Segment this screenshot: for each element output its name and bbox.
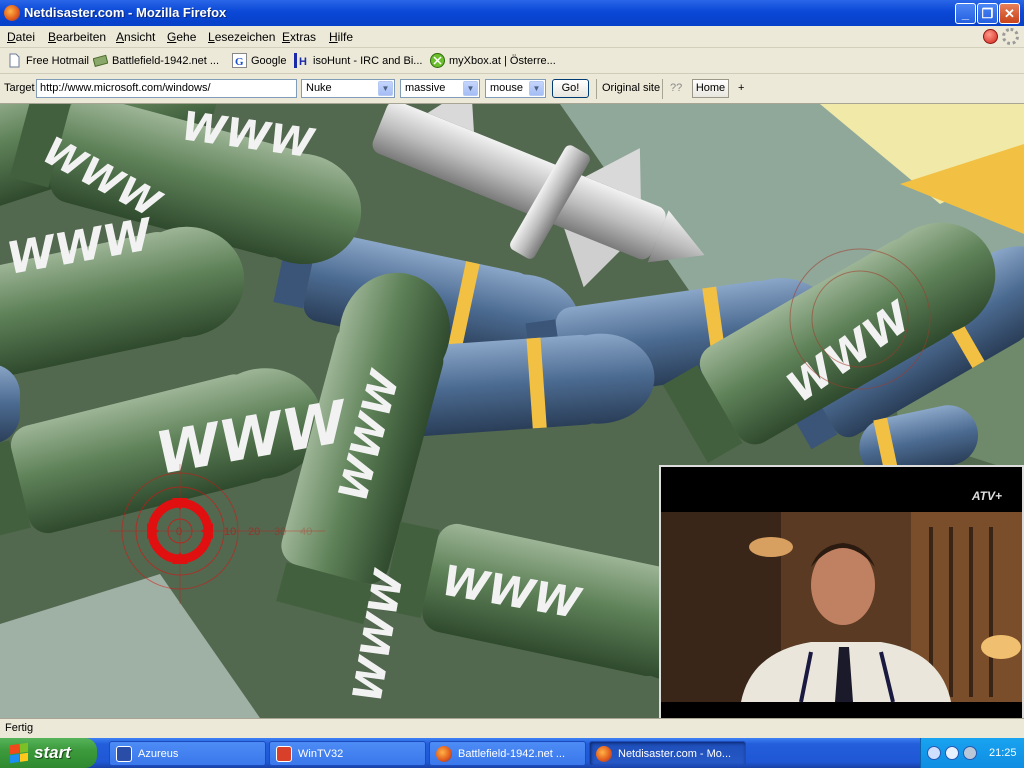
stop-icon[interactable] [983, 29, 998, 44]
bookmark-myxbox[interactable]: myXbox.at | Österre... [430, 53, 556, 68]
svg-text:G: G [235, 56, 244, 68]
help-button[interactable]: ?? [670, 82, 682, 94]
firefox-icon [436, 745, 452, 762]
tv-video-window[interactable]: ATV+ [659, 465, 1024, 737]
clock: 21:25 [989, 747, 1017, 759]
task-netdisaster-firefox[interactable]: Netdisaster.com - Mo... [589, 741, 746, 766]
original-site-link[interactable]: Original site [602, 82, 660, 94]
money-icon [93, 54, 108, 68]
crosshair-label: 40 [300, 526, 312, 538]
bookmarks-toolbar: Free Hotmail Battlefield-1942.net ... G … [0, 48, 1024, 74]
menu-ansicht[interactable]: Ansicht [116, 30, 155, 44]
title-bar: Netdisaster.com - Mozilla Firefox _ ❐ ✕ [0, 0, 1024, 26]
crosshair-label: 30 [274, 526, 286, 538]
menu-bar: Datei Bearbeiten Ansicht Gehe Lesezeiche… [0, 26, 1024, 48]
taskbar: start Azureus WinTV32 Battlefield-1942.n… [0, 738, 1024, 768]
go-button[interactable]: Go! [552, 79, 589, 98]
xbox-icon [430, 53, 445, 68]
isohunt-icon: H [294, 53, 307, 68]
firefox-icon [596, 745, 612, 762]
tv-video-frame [661, 467, 1022, 735]
minimize-button[interactable]: _ [955, 3, 976, 24]
bookmark-battlefield[interactable]: Battlefield-1942.net ... [93, 53, 219, 68]
tv-channel-logo: ATV+ [971, 489, 1002, 503]
task-azureus[interactable]: Azureus [109, 741, 266, 766]
weapon-select[interactable]: Nuke ▼ [301, 79, 395, 98]
separator [662, 79, 663, 99]
system-tray: 21:25 [920, 738, 1024, 768]
chevron-down-icon: ▼ [463, 81, 478, 96]
menu-hilfe[interactable]: Hilfe [329, 30, 353, 44]
close-button[interactable]: ✕ [999, 3, 1020, 24]
menu-lesezeichen[interactable]: Lesezeichen [208, 30, 275, 44]
chevron-down-icon: ▼ [529, 81, 544, 96]
status-text: Fertig [5, 722, 34, 734]
crosshair-label: 10 [224, 526, 236, 538]
intensity-select[interactable]: massive ▼ [400, 79, 480, 98]
chevron-down-icon: ▼ [378, 81, 393, 96]
svg-text:H: H [299, 56, 307, 68]
speaker-icon[interactable] [963, 746, 977, 760]
window-title: Netdisaster.com - Mozilla Firefox [24, 5, 227, 20]
tray-app-icon[interactable] [945, 746, 959, 760]
wintv-icon [276, 745, 292, 762]
menu-bearbeiten[interactable]: Bearbeiten [48, 30, 106, 44]
home-button[interactable]: Home [692, 79, 729, 98]
throbber-icon [1002, 28, 1019, 45]
bookmark-google[interactable]: G Google [232, 53, 286, 68]
target-url-input[interactable]: http://www.microsoft.com/windows/ [36, 79, 297, 98]
restore-button[interactable]: ❐ [977, 3, 998, 24]
separator [596, 79, 597, 99]
chevron-left-icon[interactable] [927, 746, 941, 760]
task-battlefield-firefox[interactable]: Battlefield-1942.net ... [429, 741, 586, 766]
firefox-icon [4, 5, 20, 21]
bookmark-free-hotmail[interactable]: Free Hotmail [7, 53, 89, 68]
page-icon [9, 53, 20, 68]
crosshair-label: 20 [248, 526, 260, 538]
start-button[interactable]: start [0, 738, 97, 768]
trigger-select[interactable]: mouse ▼ [485, 79, 546, 98]
add-button[interactable]: + [738, 82, 744, 94]
target-label: Target [4, 82, 35, 94]
netdisaster-toolbar: Target http://www.microsoft.com/windows/… [0, 74, 1024, 104]
status-bar: Fertig [0, 718, 1024, 738]
azureus-icon [116, 745, 132, 762]
crosshair-cursor: 0 10 20 30 40 [110, 464, 325, 604]
crosshair-label: 0 [176, 526, 182, 538]
windows-logo-icon [10, 742, 28, 764]
menu-gehe[interactable]: Gehe [167, 30, 196, 44]
task-wintv32[interactable]: WinTV32 [269, 741, 426, 766]
bookmark-isohunt[interactable]: H isoHunt - IRC and Bi... [294, 53, 422, 68]
menu-datei[interactable]: Datei [7, 30, 35, 44]
menu-extras[interactable]: Extras [282, 30, 316, 44]
google-icon: G [232, 53, 247, 68]
